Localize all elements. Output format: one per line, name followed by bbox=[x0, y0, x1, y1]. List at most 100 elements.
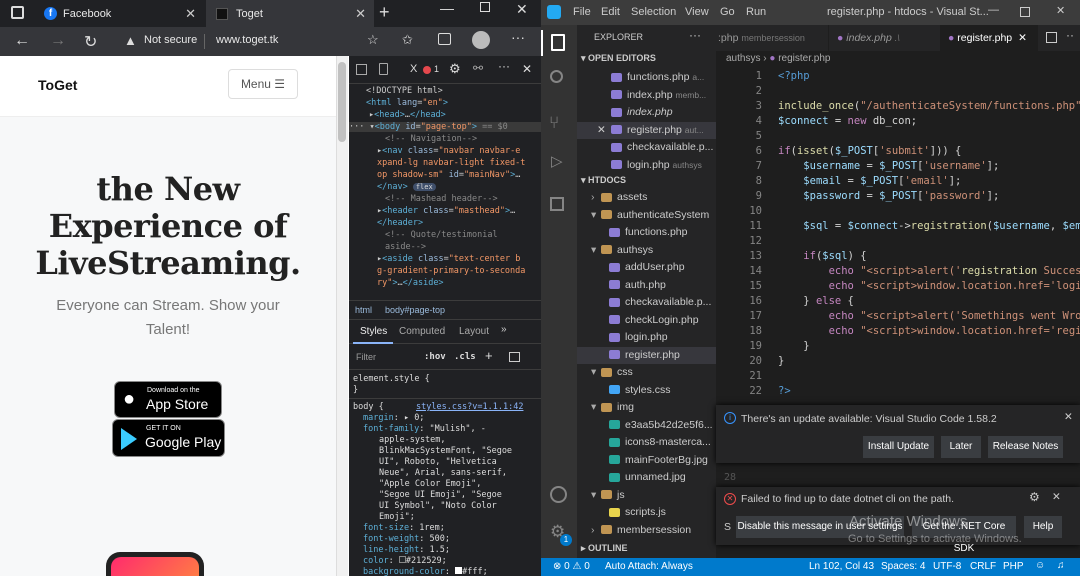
code-line[interactable]: 21 bbox=[716, 369, 778, 384]
more-tabs-icon[interactable]: » bbox=[501, 324, 507, 335]
menu-view[interactable]: View bbox=[685, 6, 709, 18]
tree-item[interactable]: checkavailable.p... bbox=[577, 294, 716, 312]
code-line[interactable]: 10 bbox=[716, 204, 778, 219]
css-decl[interactable]: font-weight: 500; bbox=[363, 534, 450, 544]
dom-line[interactable]: </nav> flex bbox=[377, 182, 436, 192]
dom-line[interactable]: </header> bbox=[377, 218, 423, 228]
editor-tab[interactable]: ● index.php .\ bbox=[828, 25, 938, 51]
search-icon[interactable] bbox=[550, 70, 563, 83]
run-debug-icon[interactable]: ▷ bbox=[551, 152, 563, 170]
tree-item[interactable]: ▾ js bbox=[577, 487, 716, 505]
menu-run[interactable]: Run bbox=[746, 6, 766, 18]
code-line[interactable]: 7 $username = $_POST['username']; bbox=[716, 159, 1000, 174]
breadcrumb-body[interactable]: body#page-top bbox=[385, 305, 445, 315]
problems-status[interactable]: ⊗ 0 ⚠ 0 bbox=[553, 561, 590, 572]
release-notes-button[interactable]: Release Notes bbox=[988, 436, 1063, 458]
notifications-bell-icon[interactable]: ♫ bbox=[1057, 560, 1065, 571]
minimize-button[interactable]: — bbox=[440, 0, 454, 16]
tree-item[interactable]: mainFooterBg.jpg bbox=[577, 452, 716, 470]
close-icon[interactable]: ✕ bbox=[1064, 411, 1073, 423]
tab-facebook[interactable]: f Facebook ✕ bbox=[34, 0, 204, 27]
language-status[interactable]: PHP bbox=[1003, 561, 1024, 572]
dom-line-selected[interactable]: ··· ▾<body id="page-top"> == $0 bbox=[349, 122, 541, 132]
tree-item[interactable]: functions.php bbox=[577, 224, 716, 242]
css-decl[interactable]: font-family: "Mulish", - bbox=[363, 424, 486, 434]
css-decl[interactable]: margin: ▸ 0; bbox=[363, 413, 424, 423]
url-input[interactable]: www.toget.tk bbox=[216, 34, 278, 46]
css-decl[interactable]: font-size: 1rem; bbox=[363, 523, 445, 533]
code-line[interactable]: 1 <?php bbox=[716, 69, 810, 84]
styles-filter-input[interactable]: Filter bbox=[356, 352, 376, 362]
open-editor-item[interactable]: index.php bbox=[577, 104, 716, 122]
cls-toggle[interactable]: .cls bbox=[454, 352, 476, 362]
open-editor-item[interactable]: index.php memb... bbox=[577, 87, 716, 105]
code-line[interactable]: 12 bbox=[716, 234, 778, 249]
more-icon[interactable]: ··· bbox=[498, 59, 510, 73]
code-line[interactable]: 16 } else { bbox=[716, 294, 854, 309]
app-store-badge[interactable]: ● Download on the App Store bbox=[114, 381, 222, 418]
eol-status[interactable]: CRLF bbox=[970, 561, 996, 572]
tree-item[interactable]: › assets bbox=[577, 189, 716, 207]
editor-tab[interactable]: :php membersession bbox=[716, 25, 826, 51]
tree-item[interactable]: checkLogin.php bbox=[577, 312, 716, 330]
code-line[interactable]: 22 ?> bbox=[716, 384, 790, 399]
tree-item[interactable]: addUser.php bbox=[577, 259, 716, 277]
code-line[interactable]: 20} bbox=[716, 354, 784, 369]
more-icon[interactable]: ··· bbox=[511, 29, 525, 45]
code-line[interactable]: 11 $sql = $connect->registration($userna… bbox=[716, 219, 1080, 234]
code-line[interactable]: 6 if(isset($_POST['submit'])) { bbox=[716, 144, 962, 159]
feedback-icon[interactable]: ☺ bbox=[1035, 560, 1045, 571]
explorer-files-icon[interactable] bbox=[551, 34, 565, 51]
tree-item[interactable]: unnamed.jpg bbox=[577, 469, 716, 487]
device-icon[interactable] bbox=[379, 63, 388, 75]
tree-item[interactable]: ▾ authenticateSystem bbox=[577, 207, 716, 225]
tree-item[interactable]: register.php bbox=[577, 346, 716, 364]
body-rule-selector[interactable]: body { bbox=[353, 402, 384, 412]
open-editors-header[interactable]: ▾ OPEN EDITORS bbox=[581, 53, 656, 64]
favorite-add-icon[interactable]: ☆ bbox=[367, 32, 379, 48]
account-icon[interactable] bbox=[550, 486, 567, 503]
dom-line[interactable]: <html lang="en"> bbox=[366, 98, 448, 108]
maximize-button[interactable] bbox=[480, 2, 490, 12]
close-icon[interactable]: ✕ bbox=[1018, 32, 1027, 44]
security-label[interactable]: Not secure bbox=[144, 34, 197, 46]
outline-header[interactable]: ▸ OUTLINE bbox=[581, 543, 628, 554]
code-lines[interactable]: 1 <?php 2 3 include_once("/authenticateSyste… bbox=[716, 69, 1080, 409]
minimize-button[interactable]: — bbox=[988, 4, 999, 16]
close-window-button[interactable]: ✕ bbox=[516, 1, 528, 18]
new-tab-button[interactable]: + bbox=[379, 2, 390, 23]
close-icon[interactable]: ✕ bbox=[355, 6, 366, 22]
body-rule-source[interactable]: styles.css?v=1.1.1:42 bbox=[416, 402, 523, 412]
tree-item[interactable]: icons8-masterca... bbox=[577, 434, 716, 452]
code-line[interactable]: 19 } bbox=[716, 339, 809, 354]
code-line[interactable]: 9 $password = $_POST['password']; bbox=[716, 189, 1000, 204]
code-line[interactable]: 15 echo "<script>window.location.href='l… bbox=[716, 279, 1080, 294]
breadcrumb-folder[interactable]: authsys bbox=[726, 53, 760, 64]
indentation-status[interactable]: Spaces: 4 bbox=[881, 561, 925, 572]
dom-line[interactable]: g-gradient-primary-to-seconda bbox=[377, 266, 525, 276]
code-line[interactable]: 5 bbox=[716, 129, 778, 144]
dom-line[interactable]: <!-- Navigation--> bbox=[385, 134, 477, 144]
dom-line[interactable]: op shadow-sm" id="mainNav">… bbox=[377, 170, 520, 180]
code-line[interactable]: 3 include_once("/authenticateSystem/funct… bbox=[716, 99, 1080, 114]
tree-item[interactable]: ▾ css bbox=[577, 364, 716, 382]
encoding-status[interactable]: UTF-8 bbox=[933, 561, 961, 572]
close-icon[interactable]: ✕ bbox=[185, 6, 196, 22]
code-line[interactable]: 14 echo "<script>alert('registration Suc… bbox=[716, 264, 1080, 279]
more-icon[interactable]: ··· bbox=[689, 28, 701, 42]
open-editor-item[interactable]: functions.php a... bbox=[577, 69, 716, 87]
later-button[interactable]: Later bbox=[941, 436, 981, 458]
breadcrumb-file[interactable]: register.php bbox=[778, 53, 830, 64]
close-icon[interactable]: ✕ bbox=[522, 62, 532, 76]
open-editor-item[interactable]: login.php authsys bbox=[577, 157, 716, 175]
dom-line[interactable]: <!DOCTYPE html> bbox=[366, 86, 443, 96]
settings-gear-icon[interactable]: ⚙ bbox=[449, 61, 461, 77]
dom-line[interactable]: ▸<nav class="navbar navbar-e bbox=[377, 146, 520, 156]
tree-item[interactable]: ▾ authsys bbox=[577, 242, 716, 260]
collections-icon[interactable] bbox=[438, 33, 451, 45]
cursor-position[interactable]: Ln 102, Col 43 bbox=[809, 561, 874, 572]
scrollbar-thumb[interactable] bbox=[338, 62, 346, 142]
install-update-button[interactable]: Install Update bbox=[863, 436, 934, 458]
css-decl[interactable]: color: #212529; bbox=[363, 556, 447, 566]
editor-tab-active[interactable]: ● register.php ✕ bbox=[940, 25, 1038, 51]
